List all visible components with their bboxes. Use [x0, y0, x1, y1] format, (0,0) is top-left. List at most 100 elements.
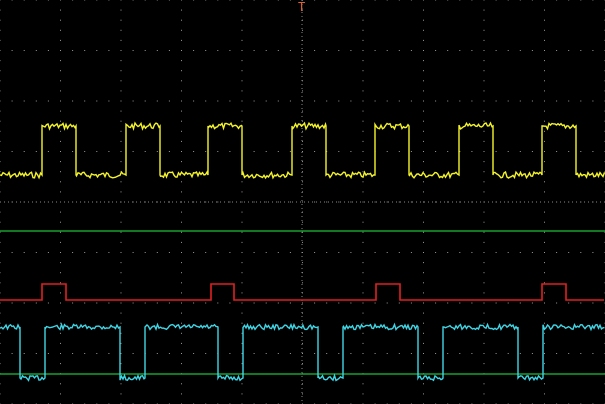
- grid-dot: [483, 353, 485, 354]
- grid-dot: [374, 50, 376, 51]
- grid-dot: [132, 50, 134, 51]
- grid-dot: [483, 100, 485, 102]
- grid-dot: [350, 353, 352, 354]
- grid-dot: [217, 151, 219, 152]
- grid-dot: [544, 353, 545, 354]
- grid-dot: [229, 302, 231, 304]
- grid-dot: [302, 393, 303, 395]
- grid-dot: [181, 151, 182, 152]
- grid-dot: [181, 332, 182, 334]
- grid-dot: [168, 151, 170, 152]
- grid-dot: [241, 282, 243, 284]
- grid-dot: [193, 353, 195, 354]
- grid-dot: [0, 70, 1, 72]
- grid-dot: [531, 0, 533, 1]
- grid-dot: [362, 353, 364, 354]
- grid-dot: [556, 100, 558, 102]
- grid-dot: [241, 181, 243, 183]
- grid-dot: [580, 252, 582, 253]
- grid-dot: [60, 70, 61, 72]
- grid-dot: [302, 161, 303, 163]
- grid-dot: [423, 312, 424, 314]
- grid-dot: [556, 0, 558, 1]
- grid-dot: [241, 191, 243, 193]
- grid-dot: [217, 252, 219, 253]
- grid-dot: [120, 161, 122, 163]
- grid-dot: [483, 151, 485, 152]
- grid-dot: [265, 302, 267, 304]
- grid-dot: [398, 201, 400, 203]
- grid-dot: [60, 322, 61, 324]
- grid-dot: [386, 302, 388, 304]
- grid-dot: [423, 221, 424, 223]
- grid-dot: [108, 50, 110, 51]
- grid-dot: [544, 302, 545, 304]
- grid-dot: [241, 50, 243, 51]
- grid-dot: [0, 130, 1, 132]
- grid-dot: [205, 151, 207, 152]
- grid-dot: [241, 221, 243, 223]
- grid-dot: [241, 312, 243, 314]
- grid-dot: [483, 171, 485, 173]
- grid-dot: [120, 0, 122, 1]
- grid-dot: [471, 353, 473, 354]
- grid-dot: [253, 201, 255, 203]
- grid-dot: [120, 110, 122, 112]
- grid-dot: [338, 100, 340, 102]
- grid-dot: [507, 100, 509, 102]
- grid-dot: [544, 171, 545, 173]
- grid-dot: [362, 39, 364, 41]
- grid-dot: [471, 100, 473, 102]
- grid-dot: [374, 302, 376, 304]
- grid-dot: [60, 140, 61, 142]
- trigger-position-icon: T: [298, 0, 306, 14]
- grid-dot: [350, 201, 352, 203]
- grid-dot: [265, 0, 267, 1]
- grid-dot: [459, 353, 461, 354]
- grid-dot: [531, 302, 533, 304]
- grid-dot: [72, 100, 74, 102]
- grid-dot: [241, 19, 243, 21]
- grid-dot: [181, 140, 182, 142]
- grid-dot: [350, 50, 352, 51]
- grid-dot: [338, 353, 340, 354]
- grid-dot: [181, 161, 182, 163]
- grid-dot: [0, 191, 1, 193]
- grid-dot: [241, 292, 243, 294]
- grid-dot: [386, 151, 388, 152]
- grid-dot: [181, 231, 182, 233]
- grid-dot: [362, 342, 364, 344]
- grid-dot: [120, 39, 122, 41]
- grid-dot: [120, 191, 122, 193]
- grid-dot: [277, 353, 279, 354]
- grid-dot: [181, 211, 182, 213]
- grid-dot: [483, 191, 485, 193]
- grid-dot: [544, 181, 545, 183]
- grid-dot: [483, 312, 485, 314]
- grid-dot: [0, 252, 1, 253]
- grid-dot: [23, 302, 25, 304]
- grid-dot: [23, 100, 25, 102]
- grid-dot: [568, 50, 570, 51]
- grid-dot: [0, 211, 1, 213]
- grid-dot: [23, 0, 25, 1]
- grid-dot: [289, 151, 291, 152]
- grid-dot: [435, 50, 437, 51]
- grid-dot: [241, 70, 243, 72]
- grid-dot: [435, 151, 437, 152]
- grid-dot: [47, 100, 49, 102]
- grid-dot: [60, 272, 61, 274]
- grid-dot: [302, 241, 303, 243]
- grid-dot: [35, 302, 37, 304]
- grid-dot: [544, 363, 545, 365]
- grid-dot: [11, 302, 13, 304]
- grid-dot: [398, 0, 400, 1]
- grid-dot: [326, 252, 328, 253]
- grid-dot: [483, 120, 485, 122]
- grid-dot: [483, 90, 485, 92]
- grid-dot: [410, 252, 412, 253]
- grid-dot: [423, 0, 424, 1]
- grid-dot: [144, 252, 146, 253]
- grid-dot: [483, 302, 485, 304]
- grid-dot: [0, 342, 1, 344]
